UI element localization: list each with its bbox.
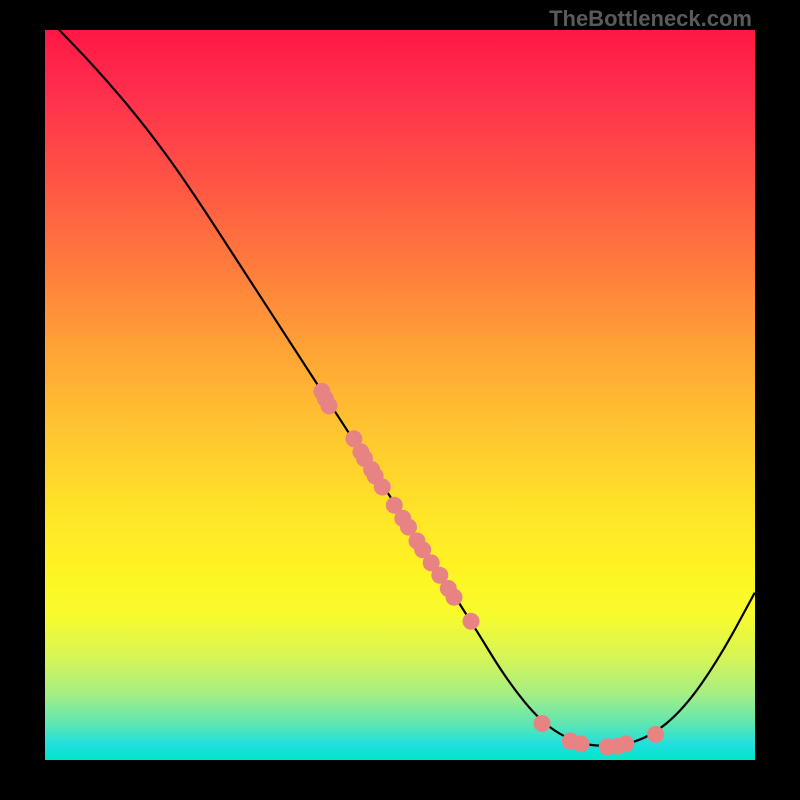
- data-marker: [617, 735, 634, 752]
- bottleneck-curve: [45, 15, 755, 745]
- data-marker: [321, 397, 338, 414]
- data-marker: [573, 735, 590, 752]
- data-marker: [647, 726, 664, 743]
- chart-container: [45, 30, 755, 760]
- data-marker: [463, 613, 480, 630]
- chart-svg: [45, 30, 755, 760]
- data-marker: [446, 589, 463, 606]
- watermark-text: TheBottleneck.com: [549, 6, 752, 32]
- data-marker: [534, 715, 551, 732]
- data-marker: [374, 479, 391, 496]
- data-markers-group: [313, 383, 664, 756]
